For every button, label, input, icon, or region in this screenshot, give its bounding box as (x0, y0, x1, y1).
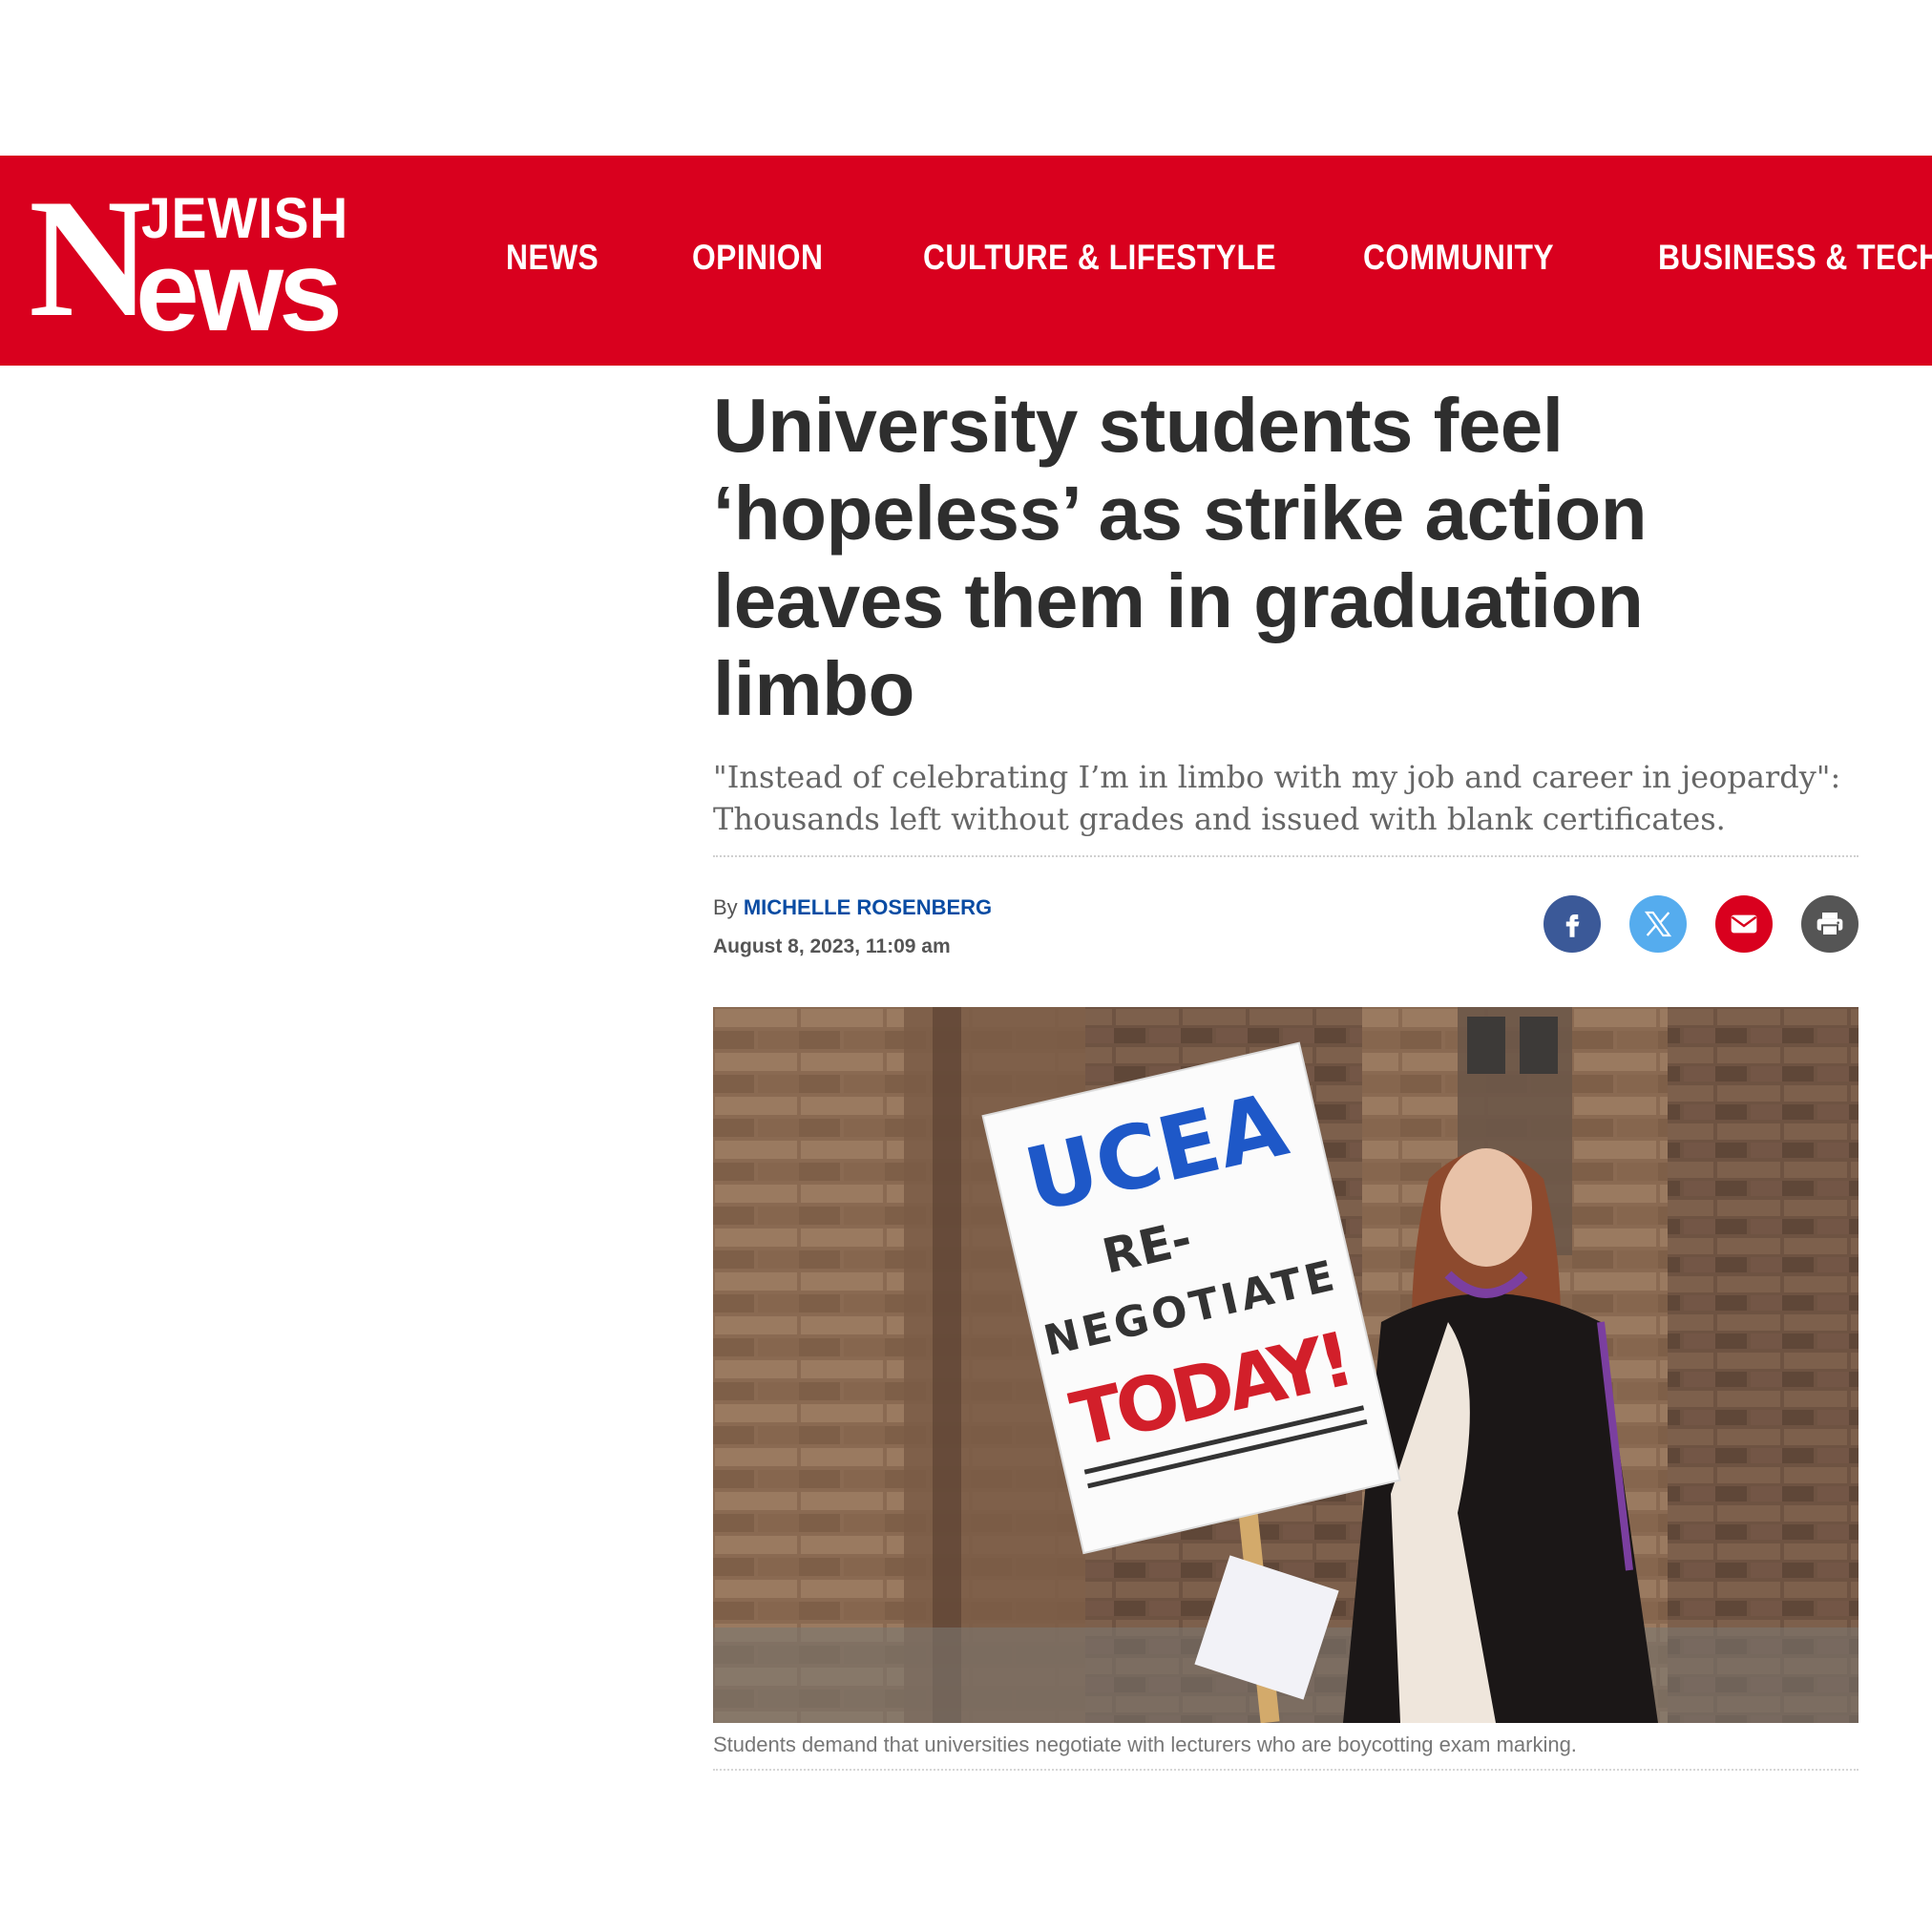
protest-photo-image: UCEA RE- NEGOTIATE TODAY! (713, 1007, 1858, 1723)
share-buttons (1544, 895, 1858, 953)
article-photo: UCEA RE- NEGOTIATE TODAY! (713, 1007, 1858, 1723)
x-share-button[interactable] (1629, 895, 1687, 953)
publish-date: August 8, 2023, 11:09 am (713, 935, 951, 957)
facebook-icon (1565, 914, 1580, 937)
print-icon (1816, 913, 1843, 936)
nav-item-business-tech[interactable]: BUSINESS & TECH (1658, 238, 1932, 278)
byline: By MICHELLE ROSENBERG (713, 895, 992, 920)
photo-caption: Students demand that universities negoti… (713, 1732, 1858, 1771)
article-meta: By MICHELLE ROSENBERG August 8, 2023, 11… (713, 857, 1858, 1000)
nav-item-opinion[interactable]: OPINION (692, 238, 823, 278)
author-link[interactable]: MICHELLE ROSENBERG (744, 895, 992, 919)
nav-item-news[interactable]: NEWS (506, 238, 598, 278)
print-button[interactable] (1801, 895, 1858, 953)
email-share-button[interactable] (1715, 895, 1773, 953)
nav-item-culture-lifestyle[interactable]: CULTURE & LIFESTYLE (923, 238, 1276, 278)
nav-item-community[interactable]: COMMUNITY (1363, 238, 1554, 278)
article-headline: University students feel ‘hopeless’ as s… (713, 383, 1648, 731)
facebook-share-button[interactable] (1544, 895, 1601, 953)
email-icon (1731, 914, 1757, 934)
by-label: By (713, 895, 738, 919)
article-standfirst: "Instead of celebrating I’m in limbo wit… (713, 756, 1858, 857)
article: University students feel ‘hopeless’ as s… (713, 382, 1858, 1000)
logo-bottom-word: ews (136, 227, 343, 355)
logo-letter: N (29, 163, 152, 352)
site-logo[interactable]: N JEWISH ews (29, 173, 396, 348)
site-header: N JEWISH ews NEWS OPINION CULTURE & LIFE… (0, 156, 1932, 366)
x-icon (1644, 911, 1672, 937)
